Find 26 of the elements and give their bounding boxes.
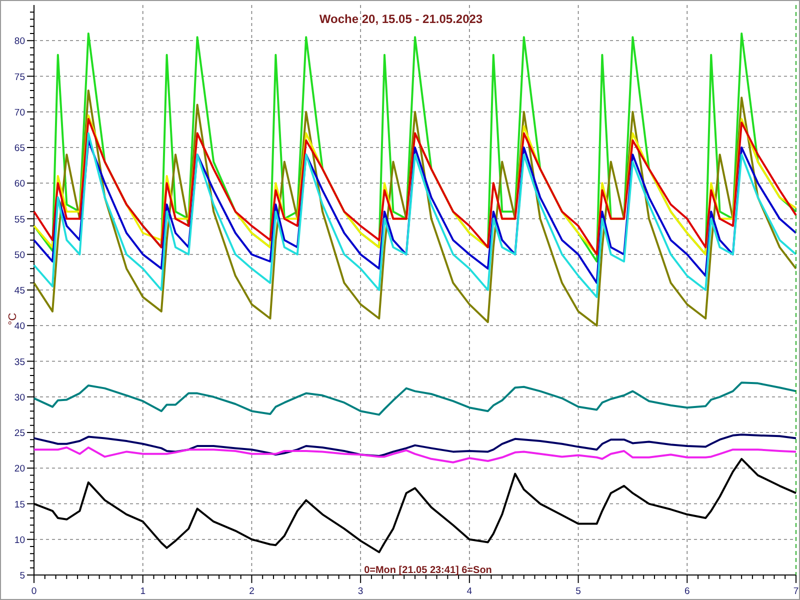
axis-tick-label: 70 bbox=[14, 107, 25, 118]
axis-tick-label: 40 bbox=[14, 321, 25, 332]
axis-tick-label: 65 bbox=[14, 143, 25, 154]
axis-tick-label: 25 bbox=[14, 428, 25, 439]
axis-tick-label: 5 bbox=[20, 570, 25, 582]
axis-tick-label: 55 bbox=[14, 214, 25, 226]
axis-tick-label: 10 bbox=[14, 534, 25, 546]
axis-tick-label: 15 bbox=[14, 499, 25, 510]
axis-tick-label: 2 bbox=[249, 586, 254, 597]
axis-tick-label: 20 bbox=[14, 464, 25, 475]
axis-tick-label: 0 bbox=[31, 586, 37, 597]
chart-caption: 0=Mon [21.05 23:41] 6=Son bbox=[364, 565, 492, 576]
axis-tick-label: 75 bbox=[14, 72, 25, 83]
axis-tick-label: 80 bbox=[14, 36, 25, 48]
axis-tick-label: 6 bbox=[684, 586, 690, 597]
axis-tick-label: 50 bbox=[14, 250, 25, 261]
axis-tick-label: 7 bbox=[793, 586, 799, 597]
axis-tick-label: 45 bbox=[14, 286, 25, 296]
axis-tick-label: 35 bbox=[14, 356, 25, 368]
axis-tick-label: 4 bbox=[466, 586, 472, 597]
axis-tick-label: 5 bbox=[576, 586, 581, 597]
axis-tick-label: 3 bbox=[358, 586, 364, 597]
axis-tick-label: 30 bbox=[14, 392, 25, 404]
chart-title: Woche 20, 15.05 - 21.05.2023 bbox=[319, 12, 483, 26]
axis-tick-label: 60 bbox=[14, 178, 25, 190]
axis-tick-label: 1 bbox=[140, 586, 146, 597]
